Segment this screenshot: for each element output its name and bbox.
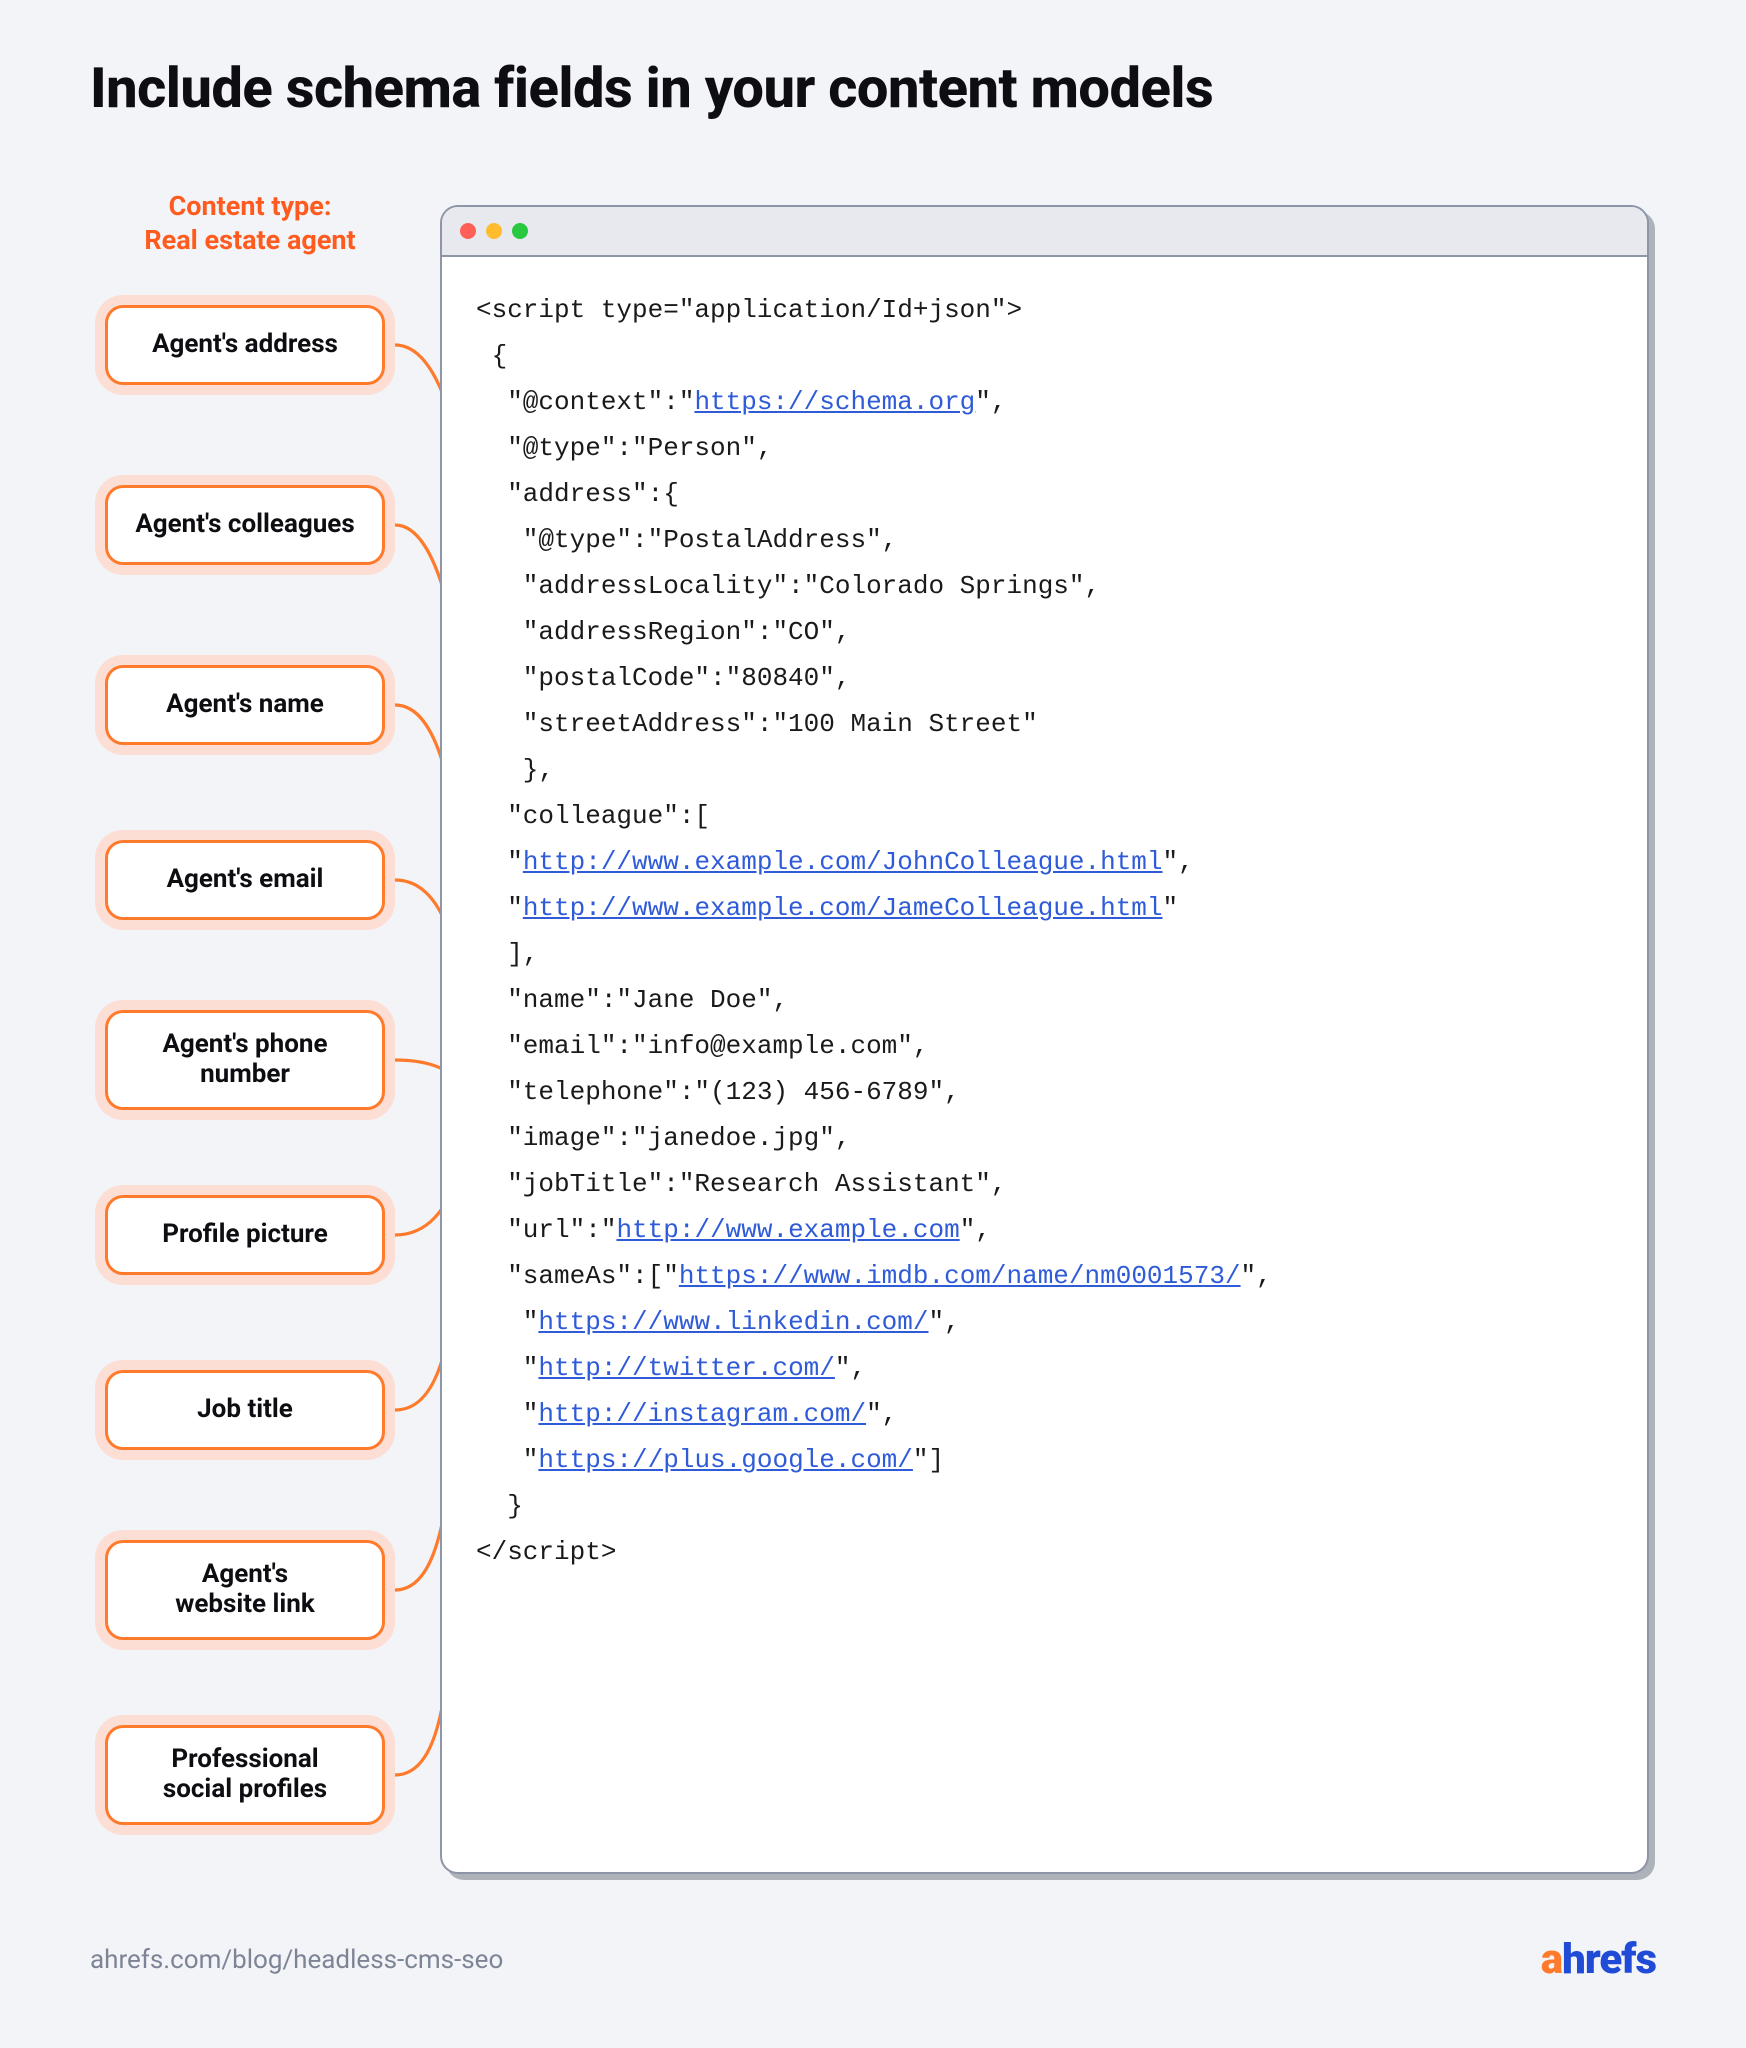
field-label: Agent'swebsite link [105, 1540, 385, 1640]
code-text: "url":" [476, 1215, 616, 1245]
code-line: <script type="application/Id+json"> [476, 295, 1022, 325]
schema-org-link[interactable]: https://schema.org [694, 387, 975, 417]
code-line: "colleague":[ [476, 801, 710, 831]
code-line: "email":"info@example.com", [476, 1031, 928, 1061]
code-line: </script> [476, 1537, 616, 1567]
code-line: "@context":" [476, 387, 694, 417]
code-line: { [476, 341, 507, 371]
code-block: <script type="application/Id+json"> { "@… [442, 257, 1647, 1605]
code-text: ", [866, 1399, 897, 1429]
sameas-link-1[interactable]: https://www.linkedin.com/ [538, 1307, 928, 1337]
code-text: "] [913, 1445, 944, 1475]
sameas-link-0[interactable]: https://www.imdb.com/name/nm0001573/ [679, 1261, 1241, 1291]
code-line: "addressLocality":"Colorado Springs", [476, 571, 1100, 601]
code-line: } [476, 1491, 523, 1521]
code-line: "address":{ [476, 479, 679, 509]
source-url: ahrefs.com/blog/headless-cms-seo [90, 1945, 503, 1975]
logo-rest: hrefs [1562, 1935, 1656, 1984]
field-pill-website: Agent'swebsite link [95, 1530, 395, 1650]
code-text: " [476, 1399, 538, 1429]
code-line: "telephone":"(123) 456-6789", [476, 1077, 960, 1107]
sameas-link-3[interactable]: http://instagram.com/ [538, 1399, 866, 1429]
sameas-link-4[interactable]: https://plus.google.com/ [538, 1445, 912, 1475]
logo-letter-a: a [1541, 1935, 1562, 1984]
code-line: "@type":"Person", [476, 433, 772, 463]
field-pill-email: Agent's email [95, 830, 395, 930]
sameas-link-2[interactable]: http://twitter.com/ [538, 1353, 834, 1383]
field-label: Agent's name [105, 665, 385, 745]
code-text: " [1163, 893, 1179, 923]
code-line: }, [476, 755, 554, 785]
code-line: "@type":"PostalAddress", [476, 525, 897, 555]
code-line: "addressRegion":"CO", [476, 617, 850, 647]
code-text: " [476, 847, 523, 877]
code-line: "postalCode":"80840", [476, 663, 850, 693]
code-text: ", [1241, 1261, 1272, 1291]
code-text: ", [929, 1307, 960, 1337]
code-line: "name":"Jane Doe", [476, 985, 788, 1015]
content-type-label: Content type: Real estate agent [115, 190, 385, 258]
code-text: " [476, 1307, 538, 1337]
code-line: ], [476, 939, 538, 969]
field-pill-jobtitle: Job title [95, 1360, 395, 1460]
code-window: <script type="application/Id+json"> { "@… [440, 205, 1649, 1874]
code-text: " [476, 893, 523, 923]
minimize-icon[interactable] [486, 223, 502, 239]
field-label: Agent's colleagues [105, 485, 385, 565]
code-text: ", [835, 1353, 866, 1383]
close-icon[interactable] [460, 223, 476, 239]
code-text: ", [1163, 847, 1194, 877]
code-text: " [476, 1445, 538, 1475]
field-label: Professionalsocial profiles [105, 1725, 385, 1825]
agent-url-link[interactable]: http://www.example.com [616, 1215, 959, 1245]
window-titlebar [442, 207, 1647, 257]
code-text: ", [960, 1215, 991, 1245]
field-pill-phone: Agent's phonenumber [95, 1000, 395, 1120]
field-pill-address: Agent's address [95, 295, 395, 395]
colleague-link-1[interactable]: http://www.example.com/JohnColleague.htm… [523, 847, 1163, 877]
field-label: Agent's phonenumber [105, 1010, 385, 1110]
field-label: Agent's email [105, 840, 385, 920]
field-label: Profile picture [105, 1195, 385, 1275]
code-line: "image":"janedoe.jpg", [476, 1123, 850, 1153]
code-text: ", [975, 387, 1006, 417]
content-type-line1: Content type: [169, 190, 332, 222]
maximize-icon[interactable] [512, 223, 528, 239]
code-text: "sameAs":[" [476, 1261, 679, 1291]
field-pill-picture: Profile picture [95, 1185, 395, 1285]
field-pill-name: Agent's name [95, 655, 395, 755]
field-label: Job title [105, 1370, 385, 1450]
ahrefs-logo: ahrefs [1541, 1935, 1656, 1984]
code-line: "jobTitle":"Research Assistant", [476, 1169, 1007, 1199]
colleague-link-2[interactable]: http://www.example.com/JameColleague.htm… [523, 893, 1163, 923]
code-text: " [476, 1353, 538, 1383]
field-pill-social: Professionalsocial profiles [95, 1715, 395, 1835]
field-label: Agent's address [105, 305, 385, 385]
code-line: "streetAddress":"100 Main Street" [476, 709, 1038, 739]
page-title: Include schema fields in your content mo… [90, 55, 1213, 121]
content-type-line2: Real estate agent [144, 224, 355, 256]
field-pill-colleagues: Agent's colleagues [95, 475, 395, 575]
